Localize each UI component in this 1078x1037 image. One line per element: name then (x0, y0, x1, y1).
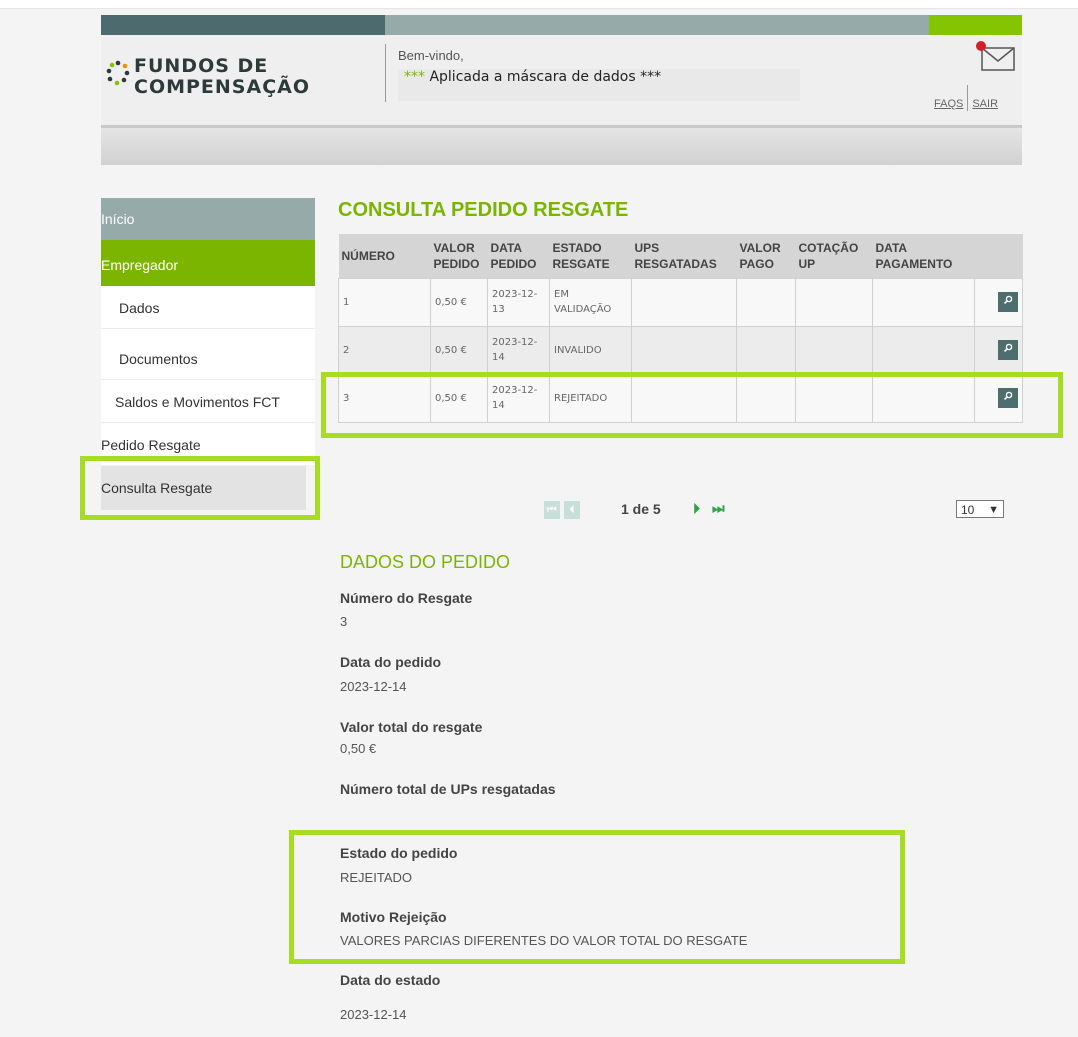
field-value-data-pedido: 2023-12-14 (340, 679, 407, 694)
view-button[interactable] (998, 292, 1018, 312)
sidebar-item-inicio[interactable]: Início (101, 198, 315, 240)
table-header-row: NÚMERO VALOR PEDIDO DATA PEDIDO ESTADO R… (338, 234, 1023, 278)
cell-pago (736, 325, 796, 375)
pagination: ⏮ ⏴ 1 de 5 ⏵ ⏭ 10 ▼ (544, 499, 1004, 523)
cell-cotacao (795, 325, 873, 375)
col-numero[interactable]: NÚMERO (338, 234, 431, 278)
cell-cotacao (795, 277, 873, 327)
page-size-value: 10 (961, 503, 975, 517)
welcome-label: Bem-vindo, (398, 48, 464, 63)
header-divider (385, 44, 386, 102)
table-row[interactable]: 1 0,50 € 2023-12-13 EM VALIDAÇÃO (338, 277, 1023, 327)
cell-data: 2023-12-14 (487, 325, 550, 375)
brand-line1: FUNDOS DE (134, 55, 269, 77)
messages-button[interactable] (972, 38, 1016, 74)
page-indicator: 1 de 5 (621, 501, 661, 517)
col-data-pedido[interactable]: DATA PEDIDO (487, 234, 550, 278)
col-data-pagamento[interactable]: DATA PAGAMENTO (872, 234, 975, 278)
cell-actions (974, 277, 1023, 327)
magnifier-icon (1003, 343, 1013, 353)
cell-data: 2023-12-13 (487, 277, 550, 327)
field-label-data-estado: Data do estado (340, 972, 441, 988)
prev-page-button[interactable]: ⏴ (564, 501, 580, 519)
top-strip (0, 0, 1078, 9)
sidebar-item-documentos[interactable]: Documentos (101, 329, 315, 380)
page-size-select[interactable]: 10 ▼ (956, 500, 1004, 518)
highlight-status (289, 830, 905, 964)
sidebar-item-label: Empregador (101, 257, 179, 273)
cell-ups (631, 325, 737, 375)
sidebar-item-empregador[interactable]: Empregador (101, 240, 315, 286)
welcome-text: *** Aplicada a máscara de dados *** (404, 69, 661, 85)
cell-valor: 0,50 € (430, 277, 488, 327)
header-band (101, 125, 1022, 165)
col-estado-resgate[interactable]: ESTADO RESGATE (549, 234, 632, 278)
cell-numero: 1 (338, 277, 431, 327)
next-page-icon: ⏵ (693, 500, 700, 516)
top-bar-mid (385, 15, 929, 35)
cell-estado: EM VALIDAÇÃO (549, 277, 632, 327)
sidebar-item-saldos[interactable]: Saldos e Movimentos FCT (101, 380, 315, 423)
first-page-button[interactable]: ⏮ (544, 501, 560, 519)
cell-actions (974, 325, 1023, 375)
logo-icon (106, 60, 130, 86)
col-valor-pedido[interactable]: VALOR PEDIDO (430, 234, 488, 278)
field-label-valor-total: Valor total do resgate (340, 719, 483, 735)
details-title: DADOS DO PEDIDO (340, 552, 511, 572)
sidebar-item-label: Saldos e Movimentos FCT (115, 394, 280, 410)
prev-page-icon: ⏴ (569, 504, 575, 516)
cell-pago (736, 277, 796, 327)
next-page-button[interactable]: ⏵ (693, 500, 700, 517)
field-value-numero: 3 (340, 614, 348, 629)
cell-numero: 2 (338, 325, 431, 375)
highlight-sidebar (80, 456, 320, 520)
col-valor-pago[interactable]: VALOR PAGO (736, 234, 796, 278)
cell-data-pagamento (872, 277, 975, 327)
cell-data-pagamento (872, 325, 975, 375)
cell-estado: INVALIDO (549, 325, 632, 375)
sidebar-item-label: Pedido Resgate (101, 437, 201, 453)
first-page-icon: ⏮ (547, 504, 557, 516)
magnifier-icon (1003, 295, 1013, 305)
welcome-message: Aplicada a máscara de dados *** (429, 69, 662, 85)
cell-valor: 0,50 € (430, 325, 488, 375)
field-label-numero: Número do Resgate (340, 590, 473, 606)
welcome-box: *** Aplicada a máscara de dados *** (398, 69, 800, 101)
logout-link[interactable]: SAIR (972, 98, 998, 110)
field-label-ups-total: Número total de UPs resgatadas (340, 781, 556, 797)
highlight-row (321, 372, 1063, 438)
last-page-button[interactable]: ⏭ (712, 500, 725, 517)
col-actions (974, 234, 1023, 278)
welcome-stars: *** (404, 69, 425, 85)
sidebar-item-label: Documentos (119, 351, 198, 367)
logo[interactable]: FUNDOS DE COMPENSAÇÃO (106, 54, 391, 104)
col-ups-resgatadas[interactable]: UPS RESGATADAS (631, 234, 737, 278)
notification-dot-icon (976, 41, 986, 51)
view-button[interactable] (998, 340, 1018, 360)
sidebar-item-label: Dados (119, 300, 160, 316)
links-divider (967, 85, 969, 111)
field-value-valor-total: 0,50 € (340, 741, 377, 756)
brand-line2: COMPENSAÇÃO (134, 76, 310, 98)
chevron-down-icon: ▼ (988, 504, 999, 516)
sidebar-item-label: Início (101, 211, 135, 227)
faqs-link[interactable]: FAQS (934, 98, 963, 110)
logo-text: FUNDOS DE COMPENSAÇÃO (134, 56, 310, 98)
header-links: FAQS SAIR (934, 85, 998, 117)
sidebar-item-dados[interactable]: Dados (101, 286, 315, 329)
cell-ups (631, 277, 737, 327)
page-title: CONSULTA PEDIDO RESGATE (338, 199, 629, 221)
table-row[interactable]: 2 0,50 € 2023-12-14 INVALIDO (338, 325, 1023, 375)
top-bar-dark (101, 15, 385, 35)
last-page-icon: ⏭ (712, 500, 725, 516)
field-label-data-pedido: Data do pedido (340, 654, 442, 670)
top-bar-green (929, 15, 1022, 35)
field-value-data-estado: 2023-12-14 (340, 1007, 407, 1022)
col-cotacao-up[interactable]: COTAÇÃO UP (795, 234, 873, 278)
